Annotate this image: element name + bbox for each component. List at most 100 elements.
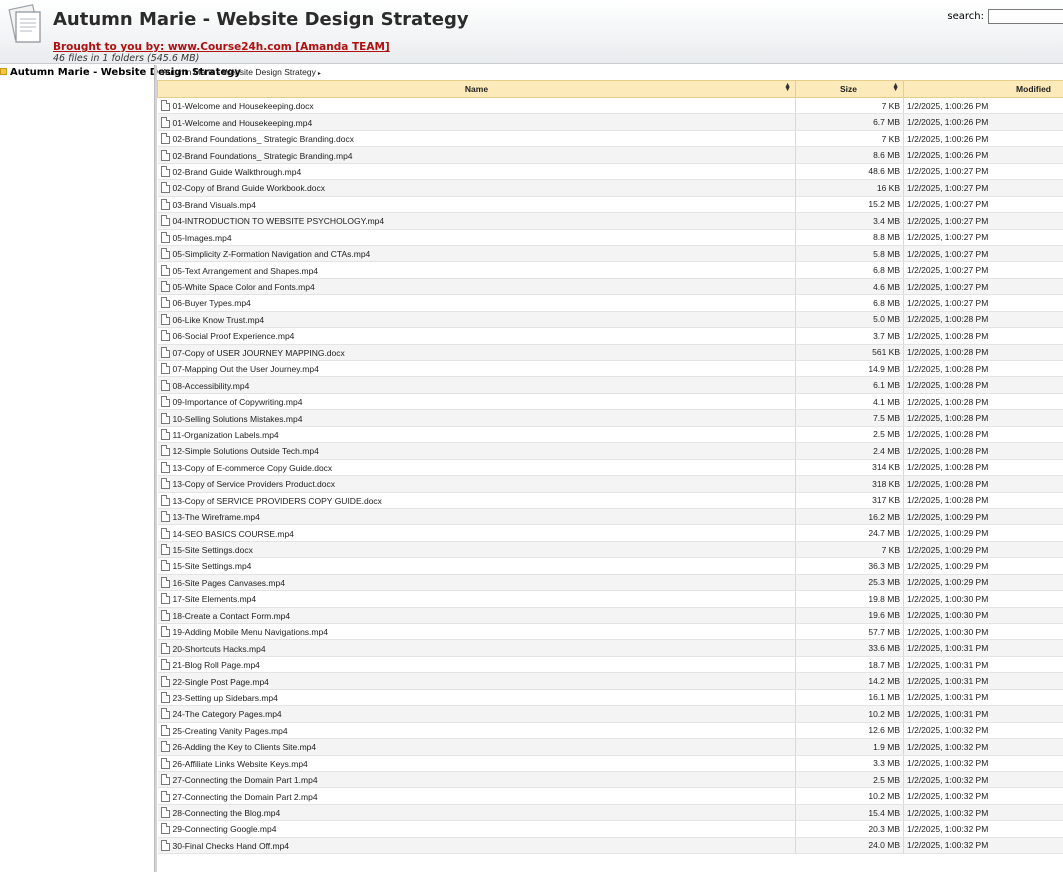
file-name-link[interactable]: 15-Site Settings.mp4: [173, 561, 252, 571]
file-name-link[interactable]: 07-Copy of USER JOURNEY MAPPING.docx: [173, 348, 345, 358]
file-name-link[interactable]: 13-Copy of E-commerce Copy Guide.docx: [173, 463, 333, 473]
file-name-link[interactable]: 27-Connecting the Domain Part 1.mp4: [173, 775, 318, 785]
file-name-cell[interactable]: 20-Shortcuts Hacks.mp4: [157, 639, 796, 657]
table-row[interactable]: 22-Single Post Page.mp4 14.2 MB 1/2/2025, …: [157, 672, 1063, 690]
table-row[interactable]: 02-Brand Guide Walkthrough.mp4 48.6 MB 1/2…: [157, 163, 1063, 181]
file-name-cell[interactable]: 26-Affiliate Links Website Keys.mp4: [157, 755, 796, 772]
table-row[interactable]: 27-Connecting the Domain Part 1.mp4 2.5 M…: [157, 771, 1063, 789]
table-row[interactable]: 01-Welcome and Housekeeping.docx 7 KB 1/2/…: [157, 97, 1063, 115]
file-name-cell[interactable]: 28-Connecting the Blog.mp4: [157, 804, 796, 822]
table-row[interactable]: 12-Simple Solutions Outside Tech.mp4 2.4 …: [157, 442, 1063, 460]
file-name-cell[interactable]: 22-Single Post Page.mp4: [157, 672, 796, 690]
file-name-link[interactable]: 26-Affiliate Links Website Keys.mp4: [173, 759, 308, 769]
file-name-link[interactable]: 06-Buyer Types.mp4: [173, 298, 251, 308]
table-row[interactable]: 13-Copy of SERVICE PROVIDERS COPY GUIDE.…: [157, 492, 1063, 509]
file-name-link[interactable]: 02-Copy of Brand Guide Workbook.docx: [173, 183, 325, 193]
table-row[interactable]: 11-Organization Labels.mp4 2.5 MB 1/2/2025…: [157, 426, 1063, 444]
table-row[interactable]: 21-Blog Roll Page.mp4 18.7 MB 1/2/2025, 1:…: [157, 656, 1063, 674]
file-name-cell[interactable]: 27-Connecting the Domain Part 2.mp4: [157, 787, 796, 805]
table-row[interactable]: 29-Connecting Google.mp4 20.3 MB 1/2/2025,…: [157, 820, 1063, 838]
file-name-cell[interactable]: 07-Mapping Out the User Journey.mp4: [157, 360, 796, 378]
file-name-cell[interactable]: 04-INTRODUCTION TO WEBSITE PSYCHOLOGY.mp…: [157, 212, 796, 230]
file-name-link[interactable]: 16-Site Pages Canvases.mp4: [173, 578, 285, 588]
file-name-cell[interactable]: 05-White Space Color and Fonts.mp4: [157, 278, 796, 296]
table-row[interactable]: 04-INTRODUCTION TO WEBSITE PSYCHOLOGY.mp…: [157, 212, 1063, 230]
file-name-cell[interactable]: 21-Blog Roll Page.mp4: [157, 656, 796, 674]
file-name-link[interactable]: 14-SEO BASICS COURSE.mp4: [173, 529, 294, 539]
file-name-cell[interactable]: 13-The Wireframe.mp4: [157, 508, 796, 526]
table-row[interactable]: 13-Copy of Service Providers Product.doc…: [157, 475, 1063, 493]
table-row[interactable]: 15-Site Settings.docx 7 KB 1/2/2025, 1:00:…: [157, 541, 1063, 559]
file-name-link[interactable]: 05-Text Arrangement and Shapes.mp4: [173, 266, 319, 276]
table-row[interactable]: 20-Shortcuts Hacks.mp4 33.6 MB 1/2/2025, 1…: [157, 639, 1063, 657]
file-name-link[interactable]: 20-Shortcuts Hacks.mp4: [173, 644, 266, 654]
file-name-link[interactable]: 01-Welcome and Housekeeping.mp4: [173, 118, 313, 128]
file-name-link[interactable]: 05-White Space Color and Fonts.mp4: [173, 282, 315, 292]
table-row[interactable]: 06-Social Proof Experience.mp4 3.7 MB 1/2/…: [157, 327, 1063, 345]
file-name-cell[interactable]: 06-Buyer Types.mp4: [157, 294, 796, 312]
file-name-link[interactable]: 03-Brand Visuals.mp4: [173, 200, 256, 210]
file-name-link[interactable]: 08-Accessibility.mp4: [173, 381, 250, 391]
table-row[interactable]: 23-Setting up Sidebars.mp4 16.1 MB 1/2/202…: [157, 689, 1063, 707]
table-row[interactable]: 06-Buyer Types.mp4 6.8 MB 1/2/2025, 1:00:2…: [157, 294, 1063, 312]
table-row[interactable]: 13-The Wireframe.mp4 16.2 MB 1/2/2025, 1:0…: [157, 508, 1063, 526]
file-name-link[interactable]: 02-Brand Foundations_ Strategic Branding…: [173, 134, 354, 144]
file-name-cell[interactable]: 11-Organization Labels.mp4: [157, 426, 796, 444]
table-row[interactable]: 14-SEO BASICS COURSE.mp4 24.7 MB 1/2/2025,…: [157, 524, 1063, 542]
table-row[interactable]: 07-Mapping Out the User Journey.mp4 14.9 …: [157, 360, 1063, 378]
table-row[interactable]: 09-Importance of Copywriting.mp4 4.1 MB 1/…: [157, 393, 1063, 411]
file-name-link[interactable]: 28-Connecting the Blog.mp4: [173, 808, 281, 818]
file-name-cell[interactable]: 12-Simple Solutions Outside Tech.mp4: [157, 442, 796, 460]
file-name-cell[interactable]: 06-Like Know Trust.mp4: [157, 311, 796, 329]
file-name-link[interactable]: 06-Like Know Trust.mp4: [173, 315, 265, 325]
file-name-link[interactable]: 29-Connecting Google.mp4: [173, 824, 277, 834]
file-name-cell[interactable]: 02-Copy of Brand Guide Workbook.docx: [157, 179, 796, 197]
file-name-cell[interactable]: 06-Social Proof Experience.mp4: [157, 327, 796, 345]
table-row[interactable]: 02-Brand Foundations_ Strategic Branding…: [157, 130, 1063, 148]
file-name-link[interactable]: 27-Connecting the Domain Part 2.mp4: [173, 792, 318, 802]
table-row[interactable]: 02-Brand Foundations_ Strategic Branding…: [157, 146, 1063, 164]
file-name-cell[interactable]: 24-The Category Pages.mp4: [157, 705, 796, 723]
file-name-cell[interactable]: 16-Site Pages Canvases.mp4: [157, 574, 796, 592]
file-name-cell[interactable]: 13-Copy of E-commerce Copy Guide.docx: [157, 459, 796, 477]
file-name-cell[interactable]: 13-Copy of Service Providers Product.doc…: [157, 475, 796, 493]
file-name-cell[interactable]: 14-SEO BASICS COURSE.mp4: [157, 524, 796, 542]
file-name-link[interactable]: 19-Adding Mobile Menu Navigations.mp4: [173, 627, 328, 637]
file-name-cell[interactable]: 02-Brand Guide Walkthrough.mp4: [157, 163, 796, 181]
file-name-cell[interactable]: 05-Simplicity Z-Formation Navigation and…: [157, 245, 796, 263]
file-name-link[interactable]: 13-Copy of Service Providers Product.doc…: [173, 479, 336, 489]
file-name-link[interactable]: 02-Brand Foundations_ Strategic Branding…: [173, 151, 353, 161]
search-input[interactable]: [988, 9, 1063, 24]
file-name-link[interactable]: 01-Welcome and Housekeeping.docx: [173, 101, 314, 111]
table-row[interactable]: 18-Create a Contact Form.mp4 19.6 MB 1/2/2…: [157, 607, 1063, 625]
file-name-link[interactable]: 13-The Wireframe.mp4: [173, 512, 260, 522]
file-name-cell[interactable]: 05-Text Arrangement and Shapes.mp4: [157, 261, 796, 279]
table-row[interactable]: 16-Site Pages Canvases.mp4 25.3 MB 1/2/202…: [157, 574, 1063, 592]
file-name-cell[interactable]: 17-Site Elements.mp4: [157, 590, 796, 608]
file-name-cell[interactable]: 27-Connecting the Domain Part 1.mp4: [157, 771, 796, 789]
table-row[interactable]: 05-White Space Color and Fonts.mp4 4.6 MB…: [157, 278, 1063, 296]
table-row[interactable]: 26-Adding the Key to Clients Site.mp4 1.9…: [157, 738, 1063, 756]
file-name-cell[interactable]: 09-Importance of Copywriting.mp4: [157, 393, 796, 411]
file-name-cell[interactable]: 02-Brand Foundations_ Strategic Branding…: [157, 130, 796, 148]
table-row[interactable]: 13-Copy of E-commerce Copy Guide.docx 314…: [157, 459, 1063, 477]
table-row[interactable]: 26-Affiliate Links Website Keys.mp4 3.3 M…: [157, 755, 1063, 772]
file-name-cell[interactable]: 10-Selling Solutions Mistakes.mp4: [157, 409, 796, 427]
file-name-cell[interactable]: 07-Copy of USER JOURNEY MAPPING.docx: [157, 344, 796, 362]
breadcrumb[interactable]: Autumn Marie - Website Design Strategy ▸: [162, 67, 321, 77]
file-name-link[interactable]: 11-Organization Labels.mp4: [173, 430, 279, 440]
file-name-link[interactable]: 05-Simplicity Z-Formation Navigation and…: [173, 249, 371, 259]
table-row[interactable]: 05-Images.mp4 8.8 MB 1/2/2025, 1:00:27 PM: [157, 229, 1063, 246]
table-row[interactable]: 15-Site Settings.mp4 36.3 MB 1/2/2025, 1:0…: [157, 557, 1063, 575]
table-row[interactable]: 03-Brand Visuals.mp4 15.2 MB 1/2/2025, 1:0…: [157, 196, 1063, 214]
file-name-cell[interactable]: 26-Adding the Key to Clients Site.mp4: [157, 738, 796, 756]
file-name-link[interactable]: 13-Copy of SERVICE PROVIDERS COPY GUIDE.…: [173, 496, 382, 506]
file-name-cell[interactable]: 25-Creating Vanity Pages.mp4: [157, 722, 796, 740]
column-header-size[interactable]: Size ▲ ▼: [795, 80, 904, 98]
file-name-link[interactable]: 12-Simple Solutions Outside Tech.mp4: [173, 446, 319, 456]
file-name-cell[interactable]: 18-Create a Contact Form.mp4: [157, 607, 796, 625]
table-row[interactable]: 02-Copy of Brand Guide Workbook.docx 16 K…: [157, 179, 1063, 197]
file-name-link[interactable]: 25-Creating Vanity Pages.mp4: [173, 726, 288, 736]
table-row[interactable]: 17-Site Elements.mp4 19.8 MB 1/2/2025, 1:0…: [157, 590, 1063, 608]
file-name-cell[interactable]: 02-Brand Foundations_ Strategic Branding…: [157, 146, 796, 164]
